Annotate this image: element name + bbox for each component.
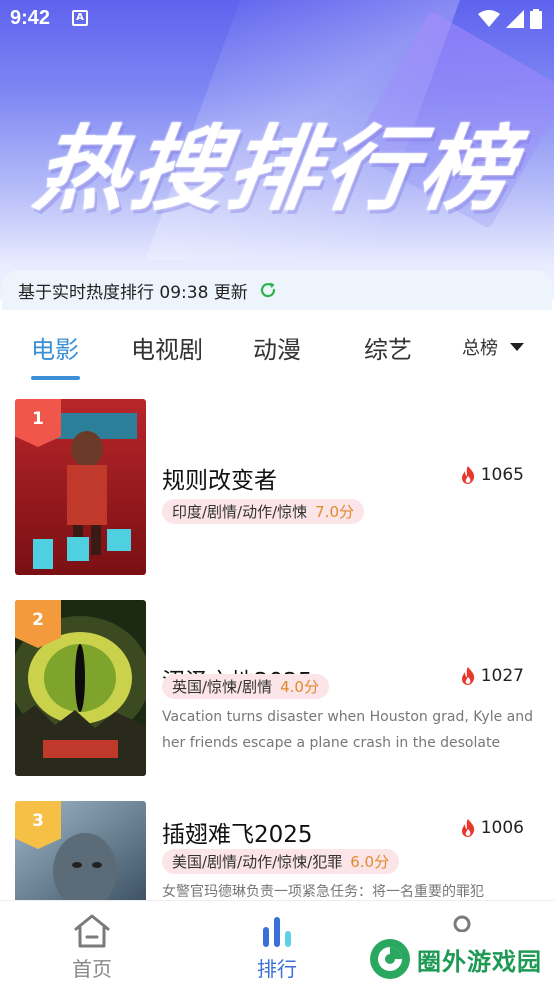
accessibility-icon: A: [72, 10, 88, 26]
tab-tv-series[interactable]: 电视剧: [131, 330, 203, 365]
refresh-icon[interactable]: [258, 280, 278, 300]
active-tab-indicator: [31, 376, 80, 380]
heat-value: 1027: [480, 666, 524, 686]
status-time: 9:42: [10, 7, 51, 29]
genre-text: 印度/剧情/动作/惊悚: [172, 503, 308, 521]
movie-poster[interactable]: 2: [15, 600, 146, 776]
movie-poster[interactable]: 3: [15, 801, 146, 900]
nav-home[interactable]: 首页: [32, 901, 152, 986]
heat-value: 1065: [480, 465, 524, 485]
genre-text: 英国/惊悚/剧情: [172, 678, 273, 696]
genre-tags: 英国/惊悚/剧情 4.0分: [162, 674, 329, 699]
movie-poster[interactable]: 1: [15, 399, 146, 575]
chevron-down-icon: [510, 343, 524, 351]
battery-icon: [530, 9, 542, 29]
genre-tags: 美国/剧情/动作/惊悚/犯罪 6.0分: [162, 849, 400, 874]
heat-count: 1065: [458, 465, 524, 485]
list-item[interactable]: 2 沼泽之地2025 1027 英国/惊悚/剧情 4.0分 Vacation t…: [0, 600, 554, 790]
rating-score: 6.0分: [350, 853, 390, 871]
nav-ranking[interactable]: 排行: [217, 901, 337, 986]
site-watermark: 圈外游戏园: [355, 932, 554, 986]
home-icon: [74, 914, 110, 948]
movie-title: 规则改变者: [162, 468, 277, 494]
nav-home-label: 首页: [72, 957, 112, 981]
watermark-logo-icon: [370, 939, 410, 979]
chart-bars-icon: [263, 917, 291, 947]
hero-title: 热搜排行榜: [28, 116, 524, 223]
genre-tags: 印度/剧情/动作/惊悚 7.0分: [162, 499, 365, 524]
genre-text: 美国/剧情/动作/惊悚/犯罪: [172, 853, 343, 871]
list-item[interactable]: 1 规则改变者 1065 印度/剧情/动作/惊悚 7.0分: [0, 399, 554, 589]
movie-description: Vacation turns disaster when Houston gra…: [162, 709, 533, 751]
update-info-bar: 基于实时热度排行 09:38 更新: [2, 270, 552, 310]
status-bar: 9:42 A: [0, 0, 554, 38]
wifi-icon: [478, 10, 500, 27]
signal-icon: [506, 10, 524, 28]
fire-icon: [461, 667, 474, 685]
update-info-text: 基于实时热度排行 09:38 更新: [18, 282, 248, 303]
tab-anime[interactable]: 动漫: [253, 330, 301, 365]
watermark-text: 圈外游戏园: [417, 947, 542, 976]
movie-description: 女警官玛德琳负责一项紧急任务：将一名重要的罪犯: [162, 884, 484, 900]
heat-value: 1006: [480, 818, 524, 838]
nav-ranking-label: 排行: [257, 957, 297, 981]
rank-type-label: 总榜: [462, 338, 498, 359]
tab-movie[interactable]: 电影: [31, 330, 79, 365]
system-icons: [478, 9, 542, 29]
heat-count: 1027: [458, 666, 524, 686]
rank-type-dropdown[interactable]: 总榜: [462, 334, 524, 360]
heat-count: 1006: [458, 818, 524, 838]
category-tabs: 电影 电视剧 动漫 综艺 总榜: [0, 310, 554, 385]
rating-score: 4.0分: [280, 678, 319, 696]
fire-icon: [461, 466, 474, 484]
fire-icon: [461, 819, 474, 837]
rating-score: 7.0分: [315, 503, 355, 521]
tab-variety[interactable]: 综艺: [364, 330, 412, 365]
movie-title: 插翅难飞2025: [162, 822, 313, 848]
